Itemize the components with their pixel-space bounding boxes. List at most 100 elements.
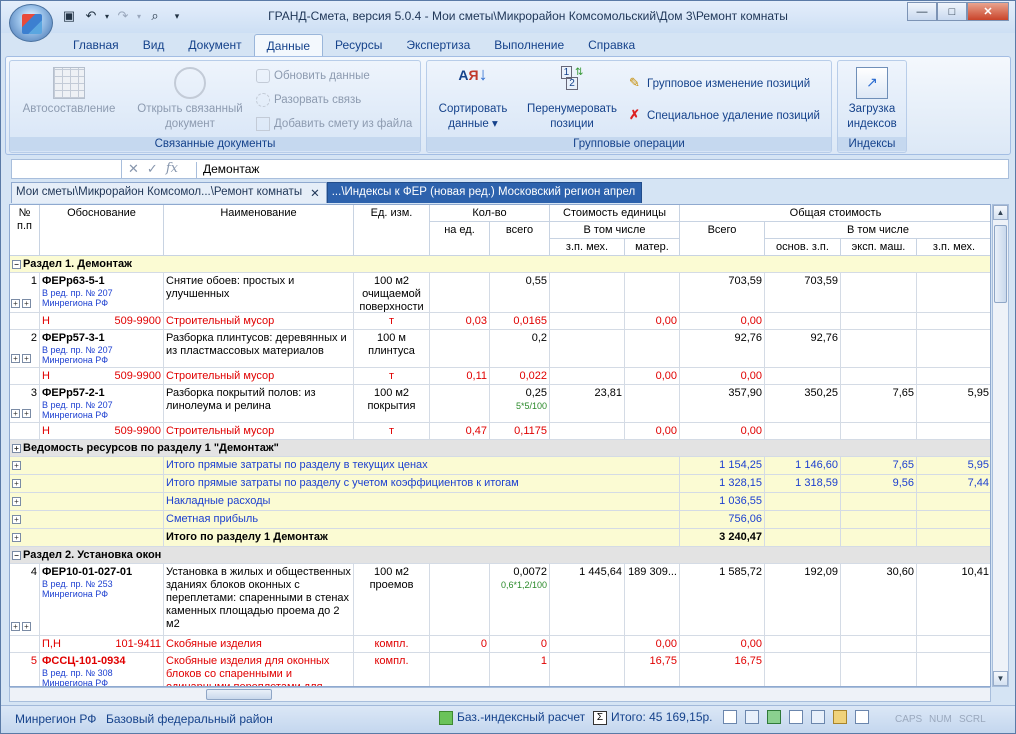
scroll-thumb[interactable] — [994, 225, 1007, 303]
scroll-up-icon[interactable]: ▲ — [993, 205, 1008, 220]
col-basis[interactable]: Обоснование — [40, 205, 164, 256]
table-row[interactable]: 4 + + ФЕР10-01-027-01 В ред. пр. № 253 Минре… — [10, 564, 990, 636]
special-delete-positions-button[interactable]: ✗ Специальное удаление позиций — [629, 107, 820, 125]
section-total-row[interactable]: + Итого по разделу 1 Демонтаж 3 240,47 — [10, 529, 990, 547]
col-qty-per[interactable]: на ед. — [430, 222, 490, 256]
status-total[interactable]: Σ Итого: 45 169,15р. — [593, 710, 713, 725]
refresh-icon — [256, 69, 270, 83]
expand-icon[interactable]: + — [11, 299, 20, 308]
col-total-incl: В том числе — [765, 222, 990, 239]
expand-icon[interactable]: + — [12, 515, 21, 524]
total-row[interactable]: + Накладные расходы 1 036,55 — [10, 493, 990, 511]
total-row[interactable]: + Итого прямые затраты по разделу в теку… — [10, 457, 990, 475]
total-row[interactable]: + Сметная прибыль 756,06 — [10, 511, 990, 529]
confirm-icon[interactable]: ✓ — [147, 161, 158, 177]
table-row[interactable]: 1 + + ФЕРр63-5-1 В ред. пр. № 207 Минрегиона… — [10, 273, 990, 313]
resources-statement-row[interactable]: + Ведомость ресурсов по разделу 1 "Демонт… — [10, 440, 990, 457]
table-row[interactable]: 3 + + ФЕРр57-2-1 В ред. пр. № 207 Минрегиона… — [10, 385, 990, 423]
expand-icon[interactable]: + — [22, 622, 31, 631]
add-estimate-from-file-button[interactable]: Добавить смету из файла — [256, 115, 412, 133]
expand-icon[interactable]: + — [22, 354, 31, 363]
name-box[interactable] — [12, 160, 122, 178]
minimize-button[interactable]: — — [907, 2, 937, 21]
expand-icon[interactable]: + — [11, 409, 20, 418]
status-region[interactable]: Минрегион РФ — [15, 712, 96, 726]
tab-expertise[interactable]: Экспертиза — [394, 34, 482, 56]
expand-icon[interactable]: + — [22, 299, 31, 308]
expand-icon[interactable]: + — [12, 533, 21, 542]
doc-tab-indices[interactable]: ...\Индексы к ФЕР (новая ред.) Московски… — [326, 182, 643, 203]
cancel-icon[interactable]: ✕ — [128, 161, 139, 177]
tab-home[interactable]: Главная — [61, 34, 131, 56]
num-indicator: NUM — [929, 714, 952, 725]
calc-icon[interactable] — [811, 710, 825, 724]
section-row[interactable]: − Раздел 2. Установка окон — [10, 547, 990, 564]
sort-data-button[interactable]: AЯ↓ Сортировать данные ▾ — [431, 65, 515, 132]
renumber-positions-button[interactable]: 1 ⇅ 2 Перенумеровать позиции — [521, 65, 623, 132]
close-button[interactable]: ✕ — [967, 2, 1009, 21]
col-unit[interactable]: Ед. изм. — [354, 205, 430, 256]
col-unit-cost[interactable]: Стоимость единицы — [550, 205, 680, 222]
status-calc-mode[interactable]: Баз.-индексный расчет — [439, 710, 585, 725]
tab-help[interactable]: Справка — [576, 34, 647, 56]
break-link-button[interactable]: Разорвать связь — [256, 91, 361, 109]
vertical-scrollbar[interactable]: ▲ ▼ — [992, 204, 1009, 687]
col-qty[interactable]: Кол-во — [430, 205, 550, 222]
table-icon — [53, 67, 85, 99]
refresh-data-button[interactable]: Обновить данные — [256, 67, 370, 85]
report-icon[interactable] — [789, 710, 803, 724]
formula-input[interactable]: Демонтаж — [196, 162, 259, 178]
col-all[interactable]: Всего — [680, 222, 765, 256]
section-row[interactable]: − Раздел 1. Демонтаж — [10, 256, 990, 273]
group-change-positions-button[interactable]: ✎ Групповое изменение позиций — [629, 75, 810, 93]
resource-row[interactable]: Н 509-9900 Строительный мусор т 0,03 0,01… — [10, 313, 990, 330]
tab-data[interactable]: Данные — [253, 34, 323, 56]
col-exp-mach[interactable]: эксп. маш. — [841, 239, 917, 256]
scroll-thumb[interactable] — [206, 689, 272, 700]
col-zp-mach[interactable]: з.п. мех. — [550, 239, 625, 256]
status-district[interactable]: Базовый федеральный район — [106, 712, 273, 726]
col-zp-mach-total[interactable]: з.п. мех. — [917, 239, 990, 256]
expand-icon[interactable]: + — [12, 479, 21, 488]
tab-execution[interactable]: Выполнение — [482, 34, 576, 56]
expand-icon[interactable]: + — [12, 444, 21, 453]
expand-icon[interactable]: + — [11, 622, 20, 631]
col-mater[interactable]: матер. — [625, 239, 680, 256]
auto-compose-button[interactable]: Автосоставление — [14, 65, 124, 117]
resource-row[interactable]: П,Н 101-9411 Скобяные изделия компл. 0 0 … — [10, 636, 990, 653]
edit-icon[interactable] — [855, 710, 869, 724]
doc-icon[interactable] — [723, 710, 737, 724]
excel-icon[interactable] — [767, 710, 781, 724]
table-row[interactable]: 5 ФССЦ-101-0934 В ред. пр. № 308 Минрегион… — [10, 653, 990, 686]
horizontal-scrollbar[interactable] — [9, 687, 991, 702]
collapse-icon[interactable]: − — [12, 260, 21, 269]
collapse-icon[interactable]: − — [12, 551, 21, 560]
load-indices-button[interactable]: ↗ Загрузка индексов — [840, 65, 904, 132]
maximize-button[interactable]: □ — [937, 2, 967, 21]
tab-document[interactable]: Документ — [176, 34, 253, 56]
expand-icon[interactable]: + — [12, 497, 21, 506]
col-qty-total[interactable]: всего — [490, 222, 550, 256]
doc-tab-estimate[interactable]: Мои сметы\Микрорайон Комсомол...\Ремонт … — [11, 182, 327, 203]
table-icon[interactable] — [745, 710, 759, 724]
expand-icon[interactable]: + — [22, 409, 31, 418]
open-linked-document-button[interactable]: Открыть связанный документ — [128, 65, 252, 132]
lock-icon[interactable] — [833, 710, 847, 724]
col-base-zp[interactable]: основ. з.п. — [765, 239, 841, 256]
group-group-operations: AЯ↓ Сортировать данные ▾ 1 ⇅ 2 Перенумеро… — [426, 60, 832, 153]
expand-icon[interactable]: + — [12, 461, 21, 470]
expand-icon[interactable]: + — [11, 354, 20, 363]
application-menu-button[interactable] — [9, 4, 53, 42]
col-num[interactable]: № п.п — [10, 205, 40, 256]
close-tab-icon[interactable]: ✕ — [310, 186, 320, 203]
resource-row[interactable]: Н 509-9900 Строительный мусор т 0,11 0,02… — [10, 368, 990, 385]
function-icon[interactable]: fx — [166, 161, 178, 177]
table-row[interactable]: 2 + + ФЕРр57-3-1 В ред. пр. № 207 Минрегиона… — [10, 330, 990, 368]
col-name[interactable]: Наименование — [164, 205, 354, 256]
tab-view[interactable]: Вид — [131, 34, 177, 56]
col-total-cost[interactable]: Общая стоимость — [680, 205, 990, 222]
scroll-down-icon[interactable]: ▼ — [993, 671, 1008, 686]
total-row[interactable]: + Итого прямые затраты по разделу с учет… — [10, 475, 990, 493]
resource-row[interactable]: Н 509-9900 Строительный мусор т 0,47 0,11… — [10, 423, 990, 440]
tab-resources[interactable]: Ресурсы — [323, 34, 394, 56]
